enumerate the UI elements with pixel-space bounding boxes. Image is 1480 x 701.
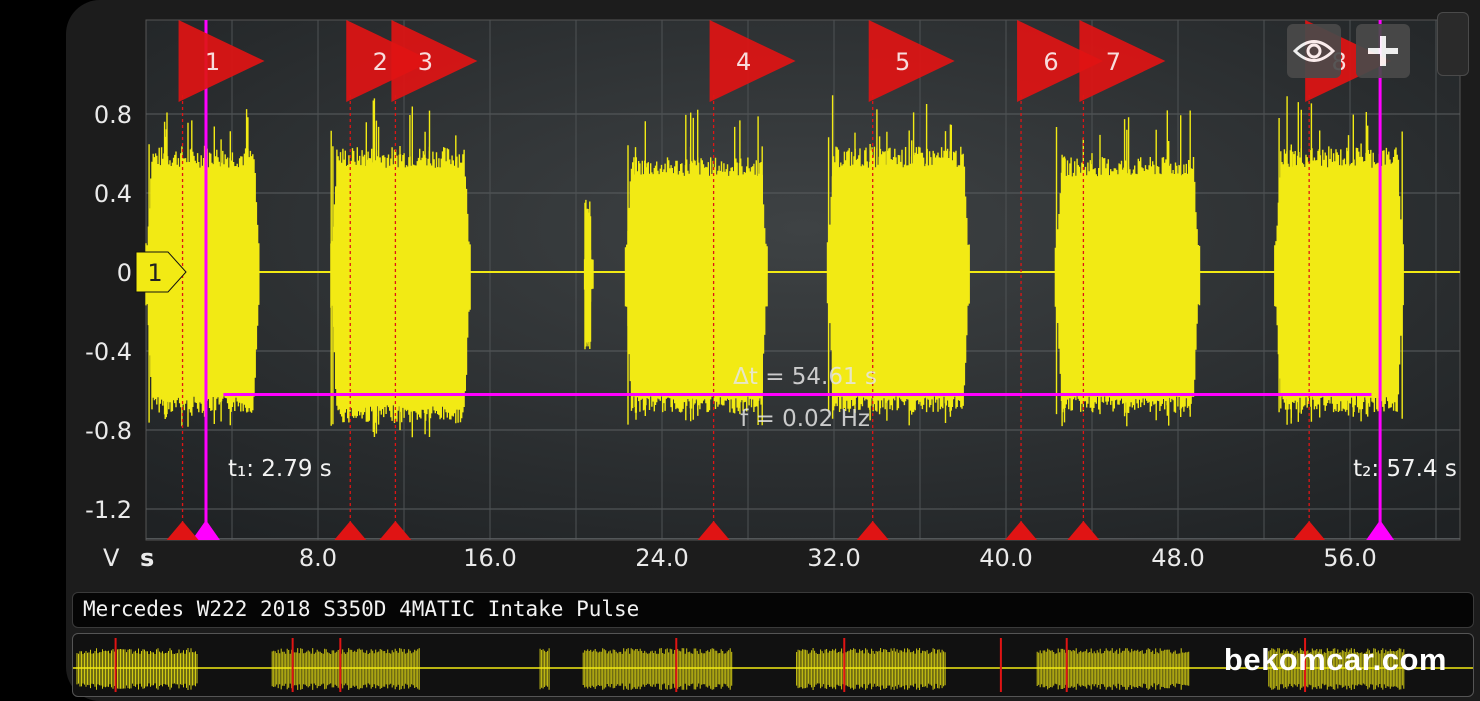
y-tick-label: 0.8 bbox=[94, 101, 132, 129]
overview-strip[interactable]: bekomcar.com bbox=[72, 633, 1474, 697]
overview-burst bbox=[539, 648, 550, 690]
x-unit-label: s bbox=[140, 544, 154, 572]
cursor-t1-label: t₁: 2.79 s bbox=[228, 456, 332, 482]
side-panel-handle[interactable] bbox=[1437, 12, 1469, 76]
marker-flag-number: 3 bbox=[418, 48, 433, 76]
y-tick-label: 0 bbox=[117, 259, 132, 287]
marker-flag-number: 2 bbox=[373, 48, 388, 76]
watermark: bekomcar.com bbox=[1223, 642, 1447, 677]
waveform-chart[interactable]: 0.8 0.4 0 -0.4 -0.8 -1.2 8.0 16.0 24.0 32.0 40.0 4… bbox=[0, 0, 1480, 590]
trace-title: Mercedes W222 2018 S350D 4MATIC Intake P… bbox=[83, 597, 640, 621]
y-tick-label: -0.4 bbox=[85, 338, 132, 366]
marker-flag-number: 1 bbox=[205, 48, 220, 76]
delta-t-label: Δt = 54.61 s bbox=[733, 364, 877, 390]
x-axis-labels: 8.0 16.0 24.0 32.0 40.0 48.0 56.0 bbox=[299, 544, 1377, 572]
eye-icon bbox=[1293, 40, 1335, 62]
x-tick-label: 40.0 bbox=[979, 544, 1032, 572]
y-unit-label: V bbox=[103, 544, 120, 572]
overview-burst bbox=[76, 648, 198, 690]
trace-title-bar: Mercedes W222 2018 S350D 4MATIC Intake P… bbox=[72, 592, 1474, 628]
marker-flag-number: 6 bbox=[1043, 48, 1058, 76]
y-tick-label: 0.4 bbox=[94, 180, 132, 208]
marker-flag-number: 5 bbox=[895, 48, 910, 76]
x-tick-label: 8.0 bbox=[299, 544, 337, 572]
x-tick-label: 32.0 bbox=[807, 544, 860, 572]
overview-burst bbox=[796, 648, 946, 690]
y-tick-label: -0.8 bbox=[85, 417, 132, 445]
plus-icon bbox=[1368, 36, 1398, 66]
x-tick-label: 16.0 bbox=[463, 544, 516, 572]
marker-flag-number: 7 bbox=[1106, 48, 1121, 76]
x-tick-label: 56.0 bbox=[1323, 544, 1376, 572]
x-tick-label: 48.0 bbox=[1151, 544, 1204, 572]
marker-flag-number: 4 bbox=[736, 48, 751, 76]
visibility-button[interactable] bbox=[1287, 24, 1341, 78]
add-button[interactable] bbox=[1356, 24, 1410, 78]
y-axis-labels: 0.8 0.4 0 -0.4 -0.8 -1.2 bbox=[85, 101, 132, 524]
overview-burst bbox=[271, 648, 420, 690]
channel-marker-label: 1 bbox=[147, 259, 162, 287]
overview-burst bbox=[1036, 648, 1190, 690]
cursor-t2-label: t₂: 57.4 s bbox=[1353, 456, 1457, 482]
frequency-label: f = 0.02 Hz bbox=[740, 406, 870, 432]
x-tick-label: 24.0 bbox=[635, 544, 688, 572]
overview-burst bbox=[582, 648, 733, 690]
y-tick-label: -1.2 bbox=[85, 496, 132, 524]
